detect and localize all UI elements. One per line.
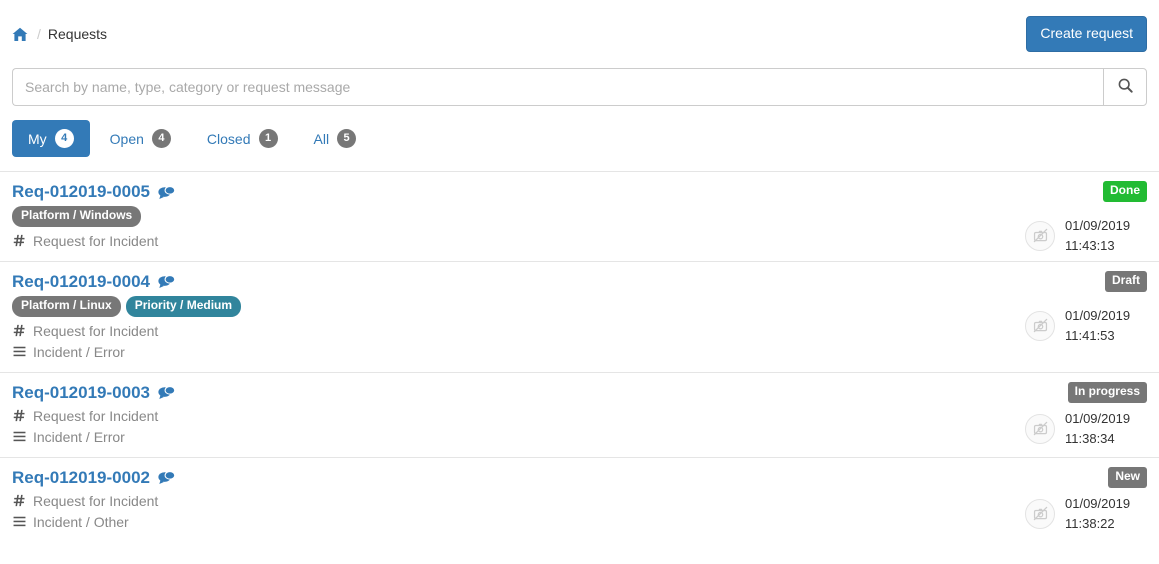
request-category-line: Incident / Error (12, 427, 947, 447)
request-id-link[interactable]: Req-012019-0003 (12, 382, 150, 404)
status-badge: Done (1103, 181, 1147, 202)
table-row[interactable]: Req-012019-0002 Request for Incident Inc… (0, 456, 1159, 542)
avatar (1025, 310, 1055, 341)
date-value: 01/09/2019 (1065, 495, 1131, 511)
date-value: 01/09/2019 (1065, 410, 1131, 426)
request-title-line: Req-012019-0005 (12, 181, 947, 203)
badge-priority: Priority / Medium (125, 295, 242, 317)
requests-list: Req-012019-0005 Platform / Windows Reque… (0, 171, 1159, 542)
breadcrumb-separator: / (37, 26, 41, 42)
tab-all-label: All (313, 130, 330, 147)
request-type: Request for Incident (33, 492, 159, 509)
search-bar (0, 68, 1159, 106)
comments-icon[interactable] (158, 185, 175, 200)
datetime: 01/09/2019 11:38:22 (1065, 494, 1147, 534)
time-value: 11:38:22 (1065, 515, 1115, 531)
search-button[interactable] (1103, 68, 1147, 106)
request-title-line: Req-012019-0003 (12, 382, 947, 404)
request-title-line: Req-012019-0004 (12, 271, 947, 293)
datetime: 01/09/2019 11:43:13 (1065, 216, 1147, 256)
avatar (1025, 498, 1055, 529)
tab-closed-label: Closed (206, 130, 251, 147)
request-title-line: Req-012019-0002 (12, 467, 947, 489)
time-value: 11:38:34 (1065, 430, 1115, 446)
request-status-area: Draft 01/09/2019 11:41:53 (957, 270, 1147, 346)
hash-icon (12, 494, 26, 507)
request-badges: Platform / Linux Priority / Medium (12, 295, 947, 317)
time-value: 11:41:53 (1065, 327, 1115, 343)
request-type: Request for Incident (33, 322, 159, 339)
avatar (1025, 413, 1055, 444)
request-type-line: Request for Incident (12, 491, 947, 511)
request-category-line: Incident / Error (12, 342, 947, 362)
datetime: 01/09/2019 11:41:53 (1065, 306, 1147, 346)
request-category: Incident / Error (33, 343, 125, 360)
request-badges: Platform / Windows (12, 206, 947, 227)
request-timestamp: 01/09/2019 11:41:53 (1025, 306, 1147, 346)
request-category: Incident / Other (33, 513, 129, 530)
breadcrumb-current: Requests (47, 26, 108, 42)
page-header: / Requests Create request (0, 0, 1159, 68)
status-badge: New (1108, 466, 1147, 488)
filter-tabs: My 4 Open 4 Closed 1 All 5 (0, 106, 1159, 157)
request-type-line: Request for Incident (12, 321, 947, 341)
request-timestamp: 01/09/2019 11:43:13 (1025, 216, 1147, 256)
table-row[interactable]: Req-012019-0003 Request for Incident Inc… (0, 371, 1159, 457)
status-badge: In progress (1067, 381, 1147, 403)
hash-icon (12, 409, 26, 422)
table-row[interactable]: Req-012019-0004 Platform / Linux Priorit… (0, 260, 1159, 372)
request-type-line: Request for Incident (12, 231, 947, 251)
tab-closed[interactable]: Closed 1 (191, 120, 294, 157)
hash-icon (12, 324, 26, 337)
tab-all[interactable]: All 5 (298, 120, 373, 157)
list-icon (12, 346, 26, 357)
search-input[interactable] (12, 68, 1103, 106)
tab-open[interactable]: Open 4 (94, 120, 187, 157)
date-value: 01/09/2019 (1065, 307, 1131, 323)
request-status-area: In progress 01/09/2019 11:38:34 (957, 381, 1147, 449)
comments-icon[interactable] (158, 386, 175, 400)
request-id-link[interactable]: Req-012019-0005 (12, 181, 150, 203)
request-id-link[interactable]: Req-012019-0002 (12, 467, 150, 489)
request-status-area: New 01/09/2019 11:38:22 (957, 466, 1147, 534)
search-icon (1118, 78, 1133, 96)
request-category: Incident / Error (33, 428, 125, 445)
requests-page: / Requests Create request My 4 Open 4 Cl… (0, 0, 1159, 564)
request-category-line: Incident / Other (12, 512, 947, 532)
hash-icon (12, 234, 26, 247)
tab-my-label: My (28, 130, 47, 147)
table-row[interactable]: Req-012019-0005 Platform / Windows Reque… (0, 171, 1159, 261)
home-icon[interactable] (12, 27, 28, 42)
badge-platform: Platform / Windows (12, 206, 142, 227)
request-type: Request for Incident (33, 407, 159, 424)
tab-open-count: 4 (151, 129, 171, 148)
status-badge: Draft (1104, 270, 1147, 292)
request-status-area: Done 01/09/2019 11:43:13 (957, 181, 1147, 256)
tab-all-count: 5 (337, 129, 357, 148)
tab-closed-count: 1 (258, 129, 278, 148)
avatar (1025, 220, 1055, 251)
request-type-line: Request for Incident (12, 406, 947, 426)
datetime: 01/09/2019 11:38:34 (1065, 409, 1147, 449)
tab-my[interactable]: My 4 (12, 120, 90, 157)
date-value: 01/09/2019 (1065, 217, 1131, 233)
request-type: Request for Incident (33, 232, 159, 249)
time-value: 11:43:13 (1065, 237, 1115, 253)
breadcrumb: / Requests (12, 26, 107, 42)
request-timestamp: 01/09/2019 11:38:34 (1025, 409, 1147, 449)
comments-icon[interactable] (158, 471, 175, 485)
list-icon (12, 431, 26, 442)
tab-open-label: Open (109, 130, 144, 147)
create-request-button[interactable]: Create request (1026, 15, 1147, 53)
request-timestamp: 01/09/2019 11:38:22 (1025, 494, 1147, 534)
list-icon (12, 516, 26, 527)
badge-platform: Platform / Linux (12, 295, 121, 317)
comments-icon[interactable] (158, 275, 175, 289)
request-id-link[interactable]: Req-012019-0004 (12, 271, 150, 293)
tab-my-count: 4 (54, 129, 74, 148)
